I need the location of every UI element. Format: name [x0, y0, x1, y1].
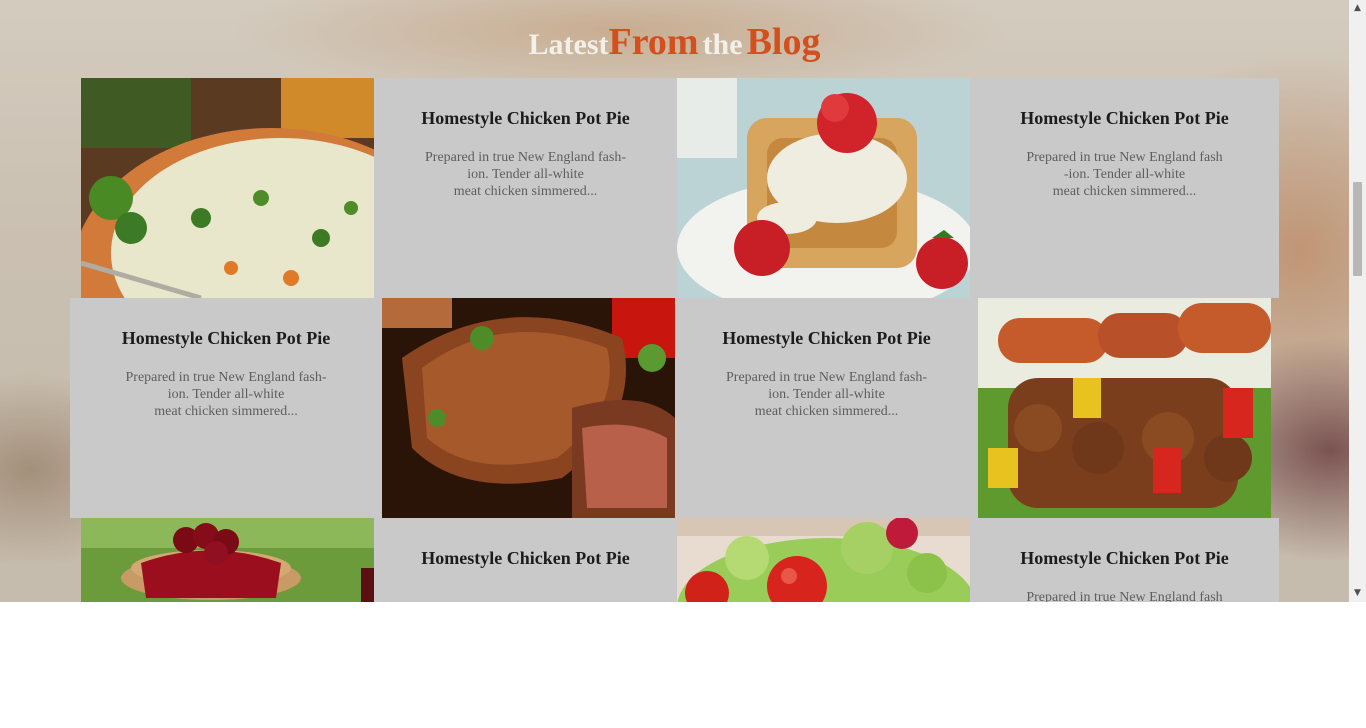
vertical-scrollbar[interactable]: ▲ ▼ — [1349, 0, 1366, 602]
grilled-steak-photo[interactable] — [382, 298, 675, 518]
blog-card-title[interactable]: Homestyle Chicken Pot Pie — [970, 108, 1279, 129]
chicken-soup-photo[interactable] — [81, 78, 374, 298]
heading-latest: Latest — [528, 28, 609, 61]
blog-card-2[interactable]: Homestyle Chicken Pot Pie Prepared in tr… — [970, 78, 1279, 298]
blog-card-3[interactable]: Homestyle Chicken Pot Pie Prepared in tr… — [70, 298, 382, 518]
heading-the: the — [702, 28, 743, 61]
salad-photo[interactable] — [677, 518, 970, 602]
blog-card-4[interactable]: Homestyle Chicken Pot Pie Prepared in tr… — [675, 298, 978, 518]
heading-blog: Blog — [746, 21, 821, 63]
blog-card-6[interactable]: Homestyle Chicken Pot Pie Prepared in tr… — [970, 518, 1279, 602]
sausage-kebab-photo[interactable] — [978, 298, 1271, 518]
section-heading: LatestFrom the Blog — [0, 20, 1349, 64]
blog-card-excerpt: Prepared in true New England fash-ion. T… — [425, 150, 626, 199]
scrollbar-thumb[interactable] — [1353, 182, 1362, 276]
scroll-down-arrow[interactable]: ▼ — [1349, 585, 1366, 602]
blog-card-excerpt: Prepared in true New England fash-ion. T… — [726, 370, 927, 419]
strawberry-waffles-photo[interactable] — [677, 78, 970, 298]
blog-card-excerpt: Prepared in true New England fash — [1026, 590, 1223, 602]
cherry-pancakes-photo[interactable] — [81, 518, 374, 602]
blog-card-title[interactable]: Homestyle Chicken Pot Pie — [970, 548, 1279, 569]
blog-card-5[interactable]: Homestyle Chicken Pot Pie — [374, 518, 677, 602]
page-viewport: LatestFrom the Blog Homestyle Chicken Po… — [0, 0, 1349, 602]
blog-card-title[interactable]: Homestyle Chicken Pot Pie — [374, 548, 677, 569]
heading-from: From — [608, 21, 699, 63]
blog-card-excerpt: Prepared in true New England fash-ion. T… — [1026, 150, 1223, 199]
scroll-up-arrow[interactable]: ▲ — [1349, 0, 1366, 17]
blog-card-title[interactable]: Homestyle Chicken Pot Pie — [374, 108, 677, 129]
blog-card-excerpt: Prepared in true New England fash-ion. T… — [125, 370, 327, 419]
blog-card-title[interactable]: Homestyle Chicken Pot Pie — [70, 328, 382, 349]
blog-card-title[interactable]: Homestyle Chicken Pot Pie — [675, 328, 978, 349]
blog-card-1[interactable]: Homestyle Chicken Pot Pie Prepared in tr… — [374, 78, 677, 298]
